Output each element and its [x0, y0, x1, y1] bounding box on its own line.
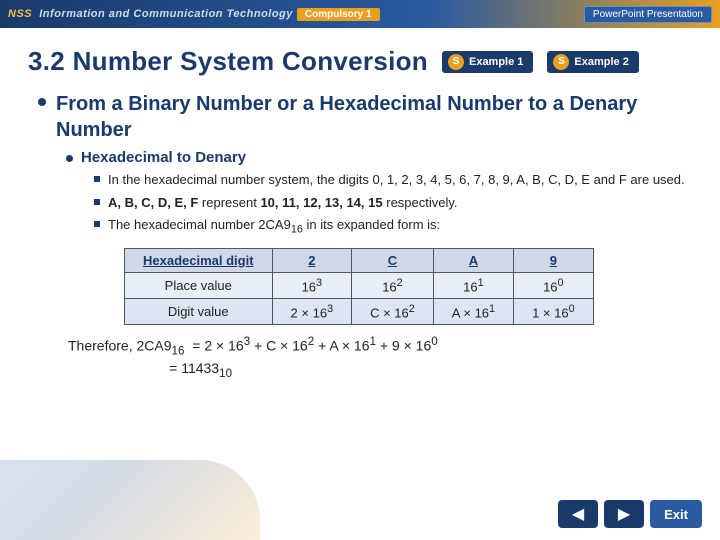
forward-button[interactable]: ▶ [604, 500, 644, 528]
table-header-1: 2 [272, 248, 352, 272]
hex-table: Hexadecimal digit 2 C A 9 Place value 16… [124, 248, 594, 326]
sub-section: Hexadecimal to Denary In the hexadecimal… [38, 149, 692, 325]
table-place-label: Place value [125, 272, 273, 298]
table-place-2: 161 [433, 272, 513, 298]
bullet-l3-1: A, B, C, D, E, F represent 10, 11, 12, 1… [94, 193, 692, 213]
bottom-navigation: ◀ ▶ Exit [558, 500, 702, 528]
therefore-line2: = 1143310 [68, 360, 692, 380]
back-button[interactable]: ◀ [558, 500, 598, 528]
table-row-place: Place value 163 162 161 160 [125, 272, 594, 298]
table-place-0: 163 [272, 272, 352, 298]
therefore-line1: Therefore, 2CA916 = 2 × 163 + C × 162 + … [68, 335, 692, 357]
table-digit-label: Digit value [125, 299, 273, 325]
back-icon: ◀ [572, 504, 584, 524]
exit-button[interactable]: Exit [650, 500, 702, 528]
header-nss: NSS [8, 8, 32, 20]
bullet-dot-l2 [66, 155, 73, 162]
bullet-dot-l3-2 [94, 221, 100, 227]
sub-sub-section: In the hexadecimal number system, the di… [66, 170, 692, 325]
bullet-l1-text: From a Binary Number or a Hexadecimal Nu… [56, 91, 692, 143]
main-content: 3.2 Number System Conversion S Example 1… [0, 28, 720, 396]
table-header-row: Hexadecimal digit 2 C A 9 [125, 248, 594, 272]
header-compulsory: Compulsory 1 [297, 8, 380, 21]
table-header-4: 9 [514, 248, 594, 272]
table-header-2: C [352, 248, 434, 272]
bullet-l2: Hexadecimal to Denary [66, 149, 692, 166]
bullet-l3-text-2: The hexadecimal number 2CA916 in its exp… [108, 215, 440, 238]
example1-icon: S [448, 54, 464, 70]
bullet-l3-text-0: In the hexadecimal number system, the di… [108, 170, 685, 190]
header-ppt-label: PowerPoint Presentation [584, 6, 712, 23]
table-digit-1: C × 162 [352, 299, 434, 325]
bullet-dot-l3-1 [94, 199, 100, 205]
table-digit-3: 1 × 160 [514, 299, 594, 325]
bullet-l1: From a Binary Number or a Hexadecimal Nu… [38, 91, 692, 143]
bullet-l3-text-1: A, B, C, D, E, F represent 10, 11, 12, 1… [108, 193, 458, 213]
table-header-3: A [433, 248, 513, 272]
table-place-3: 160 [514, 272, 594, 298]
table-place-1: 162 [352, 272, 434, 298]
bg-decoration [0, 460, 260, 540]
bullet-l3-0: In the hexadecimal number system, the di… [94, 170, 692, 190]
content-area: From a Binary Number or a Hexadecimal Nu… [28, 91, 692, 380]
page-title: 3.2 Number System Conversion [28, 46, 428, 77]
example1-badge[interactable]: S Example 1 [442, 51, 533, 73]
bullet-l3-2: The hexadecimal number 2CA916 in its exp… [94, 215, 692, 238]
table-digit-2: A × 161 [433, 299, 513, 325]
table-digit-0: 2 × 163 [272, 299, 352, 325]
exit-label: Exit [664, 507, 688, 522]
example2-label: Example 2 [574, 56, 628, 68]
example2-icon: S [553, 54, 569, 70]
header-logo: NSS Information and Communication Techno… [8, 8, 293, 20]
table-header-0: Hexadecimal digit [125, 248, 273, 272]
bullet-l2-text: Hexadecimal to Denary [81, 149, 246, 166]
example1-label: Example 1 [469, 56, 523, 68]
title-bar: 3.2 Number System Conversion S Example 1… [28, 46, 692, 77]
bullet-dot-l1 [38, 98, 46, 106]
header-bar: NSS Information and Communication Techno… [0, 0, 720, 28]
header-ict: Information and Communication Technology [39, 8, 293, 20]
bullet-dot-l3-0 [94, 176, 100, 182]
example2-badge[interactable]: S Example 2 [547, 51, 638, 73]
therefore-section: Therefore, 2CA916 = 2 × 163 + C × 162 + … [38, 335, 692, 379]
forward-icon: ▶ [618, 504, 630, 524]
table-row-digit: Digit value 2 × 163 C × 162 A × 161 1 × … [125, 299, 594, 325]
